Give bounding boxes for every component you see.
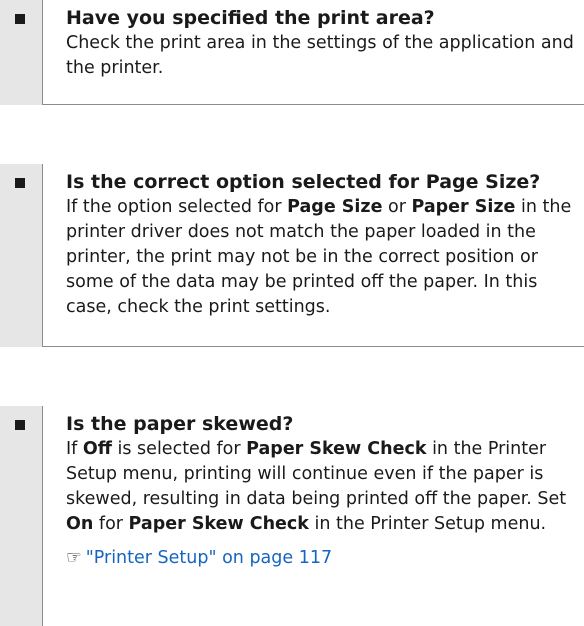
answer-text: If Off is selected for Paper Skew Check … (66, 439, 567, 534)
marker-column (0, 0, 43, 105)
setting-name: Page Size (287, 197, 383, 217)
hand-pointer-icon: ☞ (66, 548, 82, 568)
square-bullet-icon (15, 420, 25, 430)
marker-column (0, 164, 43, 347)
square-bullet-icon (15, 14, 25, 24)
item-content: Is the paper skewed? If Off is selected … (43, 406, 584, 626)
question-heading: Have you specified the print area? (66, 7, 435, 29)
setting-name: Paper Skew Check (128, 514, 309, 534)
question-heading: Is the paper skewed? (66, 413, 294, 435)
setting-value: Off (82, 439, 112, 459)
cross-reference-link[interactable]: "Printer Setup" on page 117 (86, 548, 332, 568)
marker-column (0, 406, 43, 626)
answer-text: Check the print area in the settings of … (66, 33, 574, 78)
setting-name: Paper Skew Check (246, 439, 427, 459)
square-bullet-icon (15, 178, 25, 188)
setting-value: On (66, 514, 94, 534)
troubleshoot-item-print-area: Have you specified the print area? Check… (0, 0, 584, 105)
item-content: Is the correct option selected for Page … (43, 164, 584, 347)
question-heading: Is the correct option selected for Page … (66, 171, 541, 193)
item-content: Have you specified the print area? Check… (43, 0, 584, 105)
answer-text: If the option selected for Page Size or … (66, 197, 572, 317)
troubleshoot-item-page-size: Is the correct option selected for Page … (0, 164, 584, 347)
setting-name: Paper Size (411, 197, 516, 217)
troubleshoot-item-paper-skew: Is the paper skewed? If Off is selected … (0, 406, 584, 626)
cross-reference[interactable]: ☞ "Printer Setup" on page 117 (66, 546, 584, 571)
